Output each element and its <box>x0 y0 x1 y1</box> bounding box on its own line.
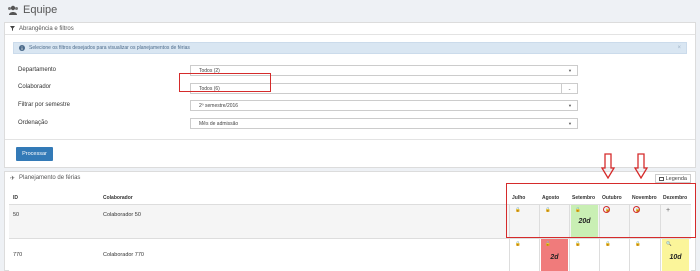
lock-icon[interactable]: 🔒 <box>575 241 581 247</box>
caret-down-icon: ▼ <box>568 121 572 126</box>
months-highlight <box>506 183 696 238</box>
semestre-highlight <box>179 73 271 92</box>
filter-row-colaborador: Colaborador Todos (6) ⌄ <box>5 82 695 94</box>
page-title: Equipe <box>23 4 58 16</box>
ordenacao-value: Mês de admissão <box>199 120 239 127</box>
divider <box>5 139 695 140</box>
caret-down-icon: ▼ <box>568 68 572 73</box>
caret-down-icon: ▼ <box>568 103 572 108</box>
legend-label: Legenda <box>665 175 687 182</box>
month-cell[interactable]: 🔒 <box>569 238 599 271</box>
month-cell[interactable]: 10d 🔍 <box>660 238 690 271</box>
month-cell[interactable]: 🔒 <box>509 238 539 271</box>
lock-icon[interactable]: 🔒 <box>635 241 641 247</box>
close-icon[interactable]: × <box>677 45 681 51</box>
vacation-days: 10d <box>669 254 682 261</box>
vacation-days: 2d <box>550 254 559 261</box>
info-alert: i Selecione os filtros desejados para vi… <box>13 42 687 54</box>
filter-row-departamento: Departamento Todos (2) ▼ <box>5 65 695 77</box>
lock-icon[interactable]: 🔒 <box>515 241 521 247</box>
filters-panel-header[interactable]: Abrangência e filtros <box>5 23 695 35</box>
search-icon[interactable]: 🔍 <box>666 241 672 247</box>
colaborador-label: Colaborador <box>18 84 52 90</box>
arrow-down-icon <box>601 153 615 179</box>
row-id: 770 <box>13 252 23 258</box>
departamento-label: Departamento <box>18 67 57 73</box>
ordenacao-select[interactable]: Mês de admissão ▼ <box>190 118 578 129</box>
col-id: ID <box>13 195 18 201</box>
info-icon: i <box>19 45 25 51</box>
filter-row-semestre: Filtrar por semestre 2º semestre/2016 ▼ <box>5 100 695 112</box>
row-name: Colaborador 50 <box>103 212 141 218</box>
month-cell[interactable]: 🔒 <box>629 238 659 271</box>
calendar-icon <box>658 176 664 181</box>
users-icon <box>8 5 18 15</box>
semestre-value: 2º semestre/2016 <box>199 102 239 109</box>
month-cell[interactable]: 🔒 <box>599 238 629 271</box>
row-name: Colaborador 770 <box>103 252 144 258</box>
filter-row-ordenacao: Ordenação Mês de admissão ▼ <box>5 118 695 130</box>
arrow-down-icon <box>634 153 648 179</box>
filters-panel: Abrangência e filtros i Selecione os fil… <box>4 22 696 168</box>
chevron-down-icon[interactable]: ⌄ <box>561 84 577 93</box>
row-id: 50 <box>13 212 20 218</box>
lock-icon[interactable]: 🔒 <box>545 241 551 247</box>
col-colaborador: Colaborador <box>103 195 133 201</box>
plane-icon: ✈ <box>10 175 16 182</box>
legend-button[interactable]: Legenda <box>654 174 691 183</box>
month-cell[interactable]: 2d 🔒 <box>539 238 569 271</box>
lock-icon[interactable]: 🔒 <box>605 241 611 247</box>
filters-panel-title: Abrangência e filtros <box>19 25 74 32</box>
semestre-select[interactable]: 2º semestre/2016 ▼ <box>190 100 578 111</box>
semestre-label: Filtrar por semestre <box>18 102 71 108</box>
ordenacao-label: Ordenação <box>18 120 48 126</box>
page-header: Equipe <box>7 2 57 18</box>
info-message: Selecione os filtros desejados para visu… <box>29 45 190 51</box>
filter-icon <box>10 26 15 31</box>
process-button[interactable]: Processar <box>16 147 53 161</box>
planning-panel-title: Planejamento de férias <box>19 175 81 181</box>
